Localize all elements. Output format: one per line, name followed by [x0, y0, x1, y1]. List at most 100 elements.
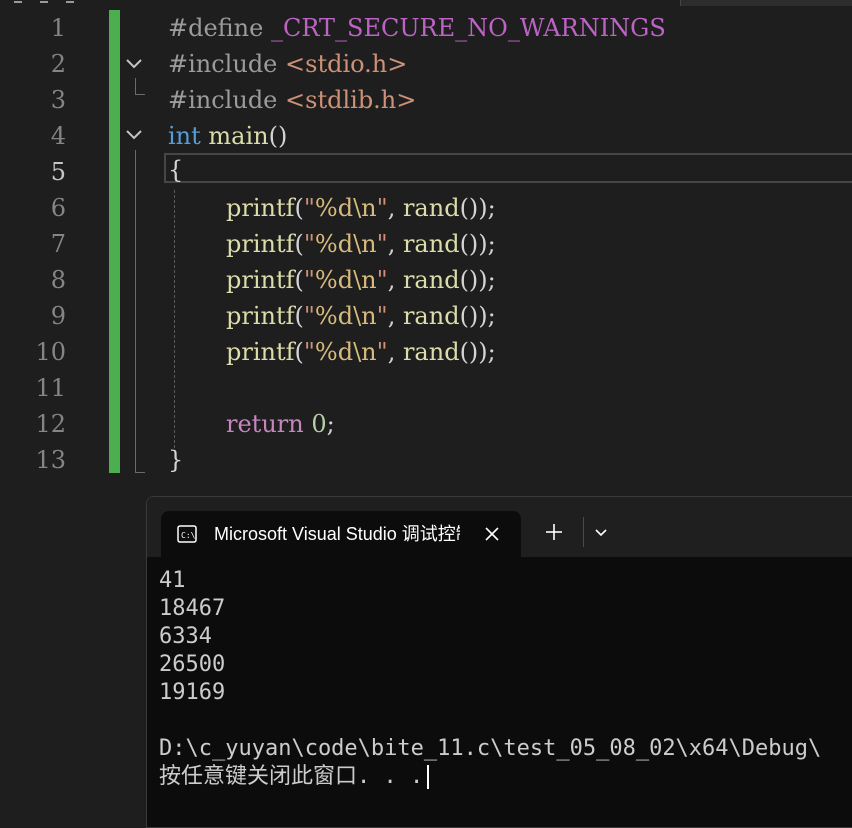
- printf-call: printf: [226, 302, 295, 330]
- tab-separator: [583, 517, 584, 547]
- top-dash: [14, 1, 22, 3]
- quote: ": [376, 194, 388, 222]
- paren: (: [294, 194, 304, 222]
- printf-call: printf: [226, 266, 295, 294]
- terminal-tab-bar: C:\ Microsoft Visual Studio 调试控制台: [147, 497, 852, 557]
- quote: ": [376, 230, 388, 258]
- preprocessor-directive: #include: [168, 50, 278, 78]
- macro-name: _CRT_SECURE_NO_WARNINGS: [270, 14, 666, 42]
- open-brace: {: [168, 156, 184, 184]
- line-number: 6: [50, 194, 66, 222]
- line-number: 1: [50, 14, 66, 42]
- code-line-10[interactable]: printf("%d\n", rand());: [226, 334, 496, 370]
- output-line: 41: [159, 568, 186, 593]
- rand-call: rand: [402, 302, 460, 330]
- close-brace: }: [168, 446, 184, 474]
- comma: ,: [387, 194, 403, 222]
- top-dash: [66, 1, 74, 3]
- change-indicator-bar: [109, 10, 120, 473]
- code-line-9[interactable]: printf("%d\n", rand());: [226, 298, 496, 334]
- code-line-3[interactable]: #include <stdlib.h>: [168, 82, 416, 118]
- code-line-4[interactable]: int main(): [168, 118, 287, 154]
- include-header: <stdio.h>: [285, 50, 408, 78]
- code-line-13[interactable]: }: [168, 442, 183, 478]
- return-keyword: return: [226, 410, 304, 438]
- top-dash: [40, 1, 48, 3]
- prompt-line: 按任意键关闭此窗口. . .: [159, 763, 852, 791]
- printf-call: printf: [226, 194, 295, 222]
- format-specifier: %d: [314, 194, 354, 222]
- code-line-1[interactable]: #define _CRT_SECURE_NO_WARNINGS: [168, 10, 666, 46]
- format-specifier: %d: [314, 338, 354, 366]
- paren: (: [294, 302, 304, 330]
- current-line-highlight: [164, 153, 852, 183]
- paren: (: [294, 230, 304, 258]
- code-line-2[interactable]: #include <stdio.h>: [168, 46, 407, 82]
- quote: ": [376, 338, 388, 366]
- printf-call: printf: [226, 338, 295, 366]
- tab-title: Microsoft Visual Studio 调试控制台: [214, 524, 460, 544]
- rand-call: rand: [402, 230, 460, 258]
- terminal-tab[interactable]: C:\ Microsoft Visual Studio 调试控制台: [161, 511, 521, 557]
- call-tail: ());: [459, 302, 496, 330]
- escape-sequence: \n: [353, 194, 377, 222]
- outline-line: [135, 472, 145, 473]
- quote: ": [376, 266, 388, 294]
- format-specifier: %d: [314, 302, 354, 330]
- rand-call: rand: [402, 338, 460, 366]
- code-line-5[interactable]: {: [168, 152, 183, 188]
- parens: (): [268, 122, 288, 150]
- comma: ,: [387, 266, 403, 294]
- escape-sequence: \n: [353, 266, 377, 294]
- close-icon[interactable]: [481, 523, 503, 545]
- call-tail: ());: [459, 230, 496, 258]
- line-number: 8: [50, 266, 66, 294]
- escape-sequence: \n: [353, 302, 377, 330]
- comma: ,: [387, 338, 403, 366]
- call-tail: ());: [459, 338, 496, 366]
- code-line-6[interactable]: printf("%d\n", rand());: [226, 190, 496, 226]
- printf-call: printf: [226, 230, 295, 258]
- console-icon: C:\: [177, 525, 197, 543]
- call-tail: ());: [459, 194, 496, 222]
- format-specifier: %d: [314, 230, 354, 258]
- editor-tab-edge: [680, 0, 852, 6]
- function-name: main: [208, 122, 269, 150]
- outline-line: [135, 78, 136, 94]
- top-strip: [0, 0, 852, 6]
- console-output[interactable]: 41 18467 6334 26500 19169 D:\c_yuyan\cod…: [159, 567, 852, 791]
- line-number: 7: [50, 230, 66, 258]
- debug-console-window[interactable]: C:\ Microsoft Visual Studio 调试控制台: [146, 496, 852, 828]
- code-line-8[interactable]: printf("%d\n", rand());: [226, 262, 496, 298]
- quote: ": [303, 302, 315, 330]
- code-line-7[interactable]: printf("%d\n", rand());: [226, 226, 496, 262]
- chevron-down-icon[interactable]: [591, 523, 611, 543]
- output-line: 18467: [159, 596, 226, 621]
- preprocessor-directive: #include: [168, 86, 278, 114]
- text-cursor: [427, 765, 430, 789]
- semicolon: ;: [326, 410, 335, 438]
- include-header: <stdlib.h>: [285, 86, 417, 114]
- paren: (: [294, 266, 304, 294]
- output-line: 19169: [159, 680, 226, 705]
- rand-call: rand: [402, 194, 460, 222]
- line-number: 3: [50, 86, 66, 114]
- line-number: 13: [35, 446, 66, 474]
- collapse-chevron-icon[interactable]: [124, 125, 144, 145]
- line-number: 11: [35, 374, 66, 402]
- format-specifier: %d: [314, 266, 354, 294]
- escape-sequence: \n: [353, 338, 377, 366]
- prompt-text: 按任意键关闭此窗口. . .: [159, 764, 424, 789]
- preprocessor-directive: #define: [168, 14, 264, 42]
- return-value: 0: [311, 410, 327, 438]
- output-line: 26500: [159, 652, 226, 677]
- collapse-chevron-icon[interactable]: [124, 54, 144, 74]
- output-line: 6334: [159, 624, 212, 649]
- plus-icon[interactable]: [543, 521, 565, 543]
- line-number-active: 5: [50, 158, 66, 186]
- type-keyword: int: [168, 122, 201, 150]
- code-line-12[interactable]: return 0;: [226, 406, 335, 442]
- quote: ": [303, 230, 315, 258]
- paren: (: [294, 338, 304, 366]
